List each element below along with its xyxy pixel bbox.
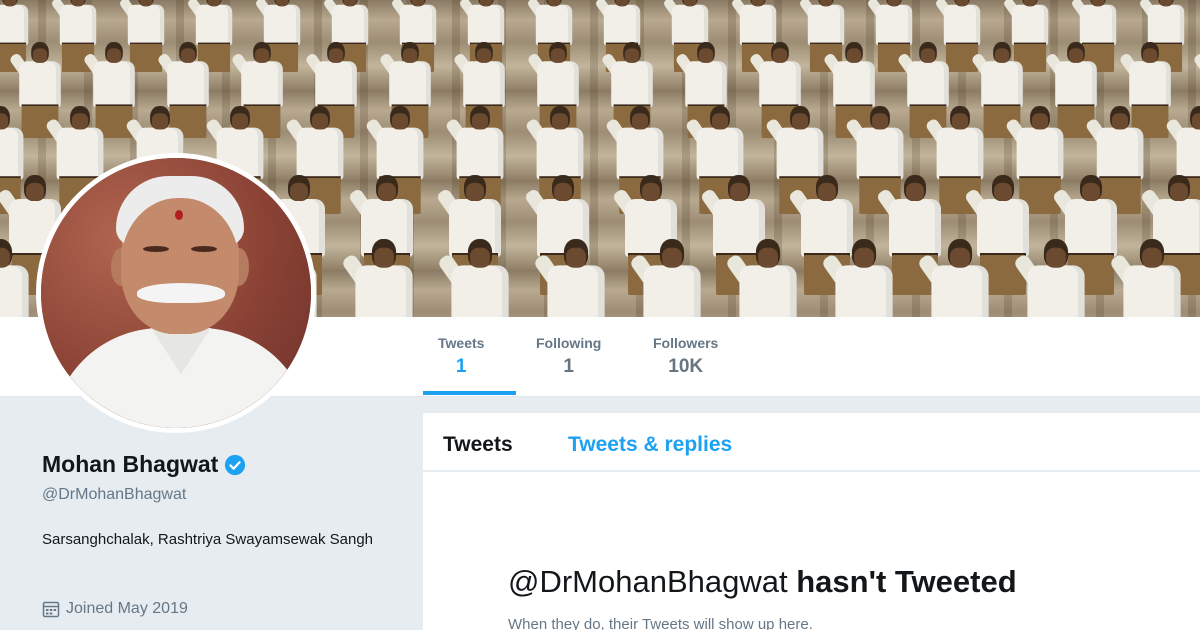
profile-joined-date: Joined May 2019: [42, 600, 188, 618]
banner-person: [916, 239, 993, 317]
stat-tweets-value: 1: [455, 356, 467, 377]
active-stat-underline: [423, 391, 516, 395]
avatar-eye: [143, 246, 169, 252]
stat-following[interactable]: Following 1: [536, 335, 601, 378]
stat-tweets[interactable]: Tweets 1: [438, 335, 484, 378]
banner-person: [340, 239, 417, 317]
avatar-tilak: [175, 210, 183, 220]
banner-person: [0, 239, 33, 317]
empty-state-title-rest: hasn't Tweeted: [796, 564, 1017, 599]
timeline: @DrMohanBhagwat hasn't Tweeted When they…: [423, 472, 1200, 630]
stat-followers[interactable]: Followers 10K: [653, 335, 718, 378]
avatar-mustache: [137, 283, 225, 303]
stat-tweets-label: Tweets: [438, 335, 485, 351]
profile-avatar[interactable]: [36, 153, 316, 433]
profile-name[interactable]: Mohan Bhagwat: [42, 451, 218, 478]
banner-person: [724, 239, 801, 317]
profile-bio: Sarsanghchalak, Rashtriya Swayamsewak Sa…: [42, 531, 374, 548]
tab-tweets[interactable]: Tweets: [443, 433, 513, 457]
empty-state-title: @DrMohanBhagwat hasn't Tweeted: [508, 564, 1017, 600]
avatar-eye: [191, 246, 217, 252]
stat-followers-value: 10K: [668, 356, 704, 377]
stat-following-value: 1: [563, 356, 574, 377]
banner-person: [1108, 239, 1185, 317]
profile-name-row: Mohan Bhagwat: [42, 451, 246, 478]
banner-person: [820, 239, 897, 317]
empty-state-subtitle: When they do, their Tweets will show up …: [508, 616, 813, 630]
calendar-icon: [42, 601, 60, 618]
stat-followers-label: Followers: [653, 335, 719, 351]
joined-text: Joined May 2019: [66, 600, 188, 617]
stat-following-label: Following: [536, 335, 602, 351]
verified-badge-icon: [225, 454, 246, 475]
banner-person: [532, 239, 609, 317]
empty-state-handle: @DrMohanBhagwat: [508, 564, 788, 599]
banner-person: [628, 239, 705, 317]
timeline-tabs: Tweets Tweets & replies: [423, 413, 1200, 471]
profile-handle[interactable]: @DrMohanBhagwat: [42, 486, 186, 504]
banner-person: [436, 239, 513, 317]
banner-person: [1012, 239, 1089, 317]
tab-tweets-replies[interactable]: Tweets & replies: [568, 433, 732, 457]
